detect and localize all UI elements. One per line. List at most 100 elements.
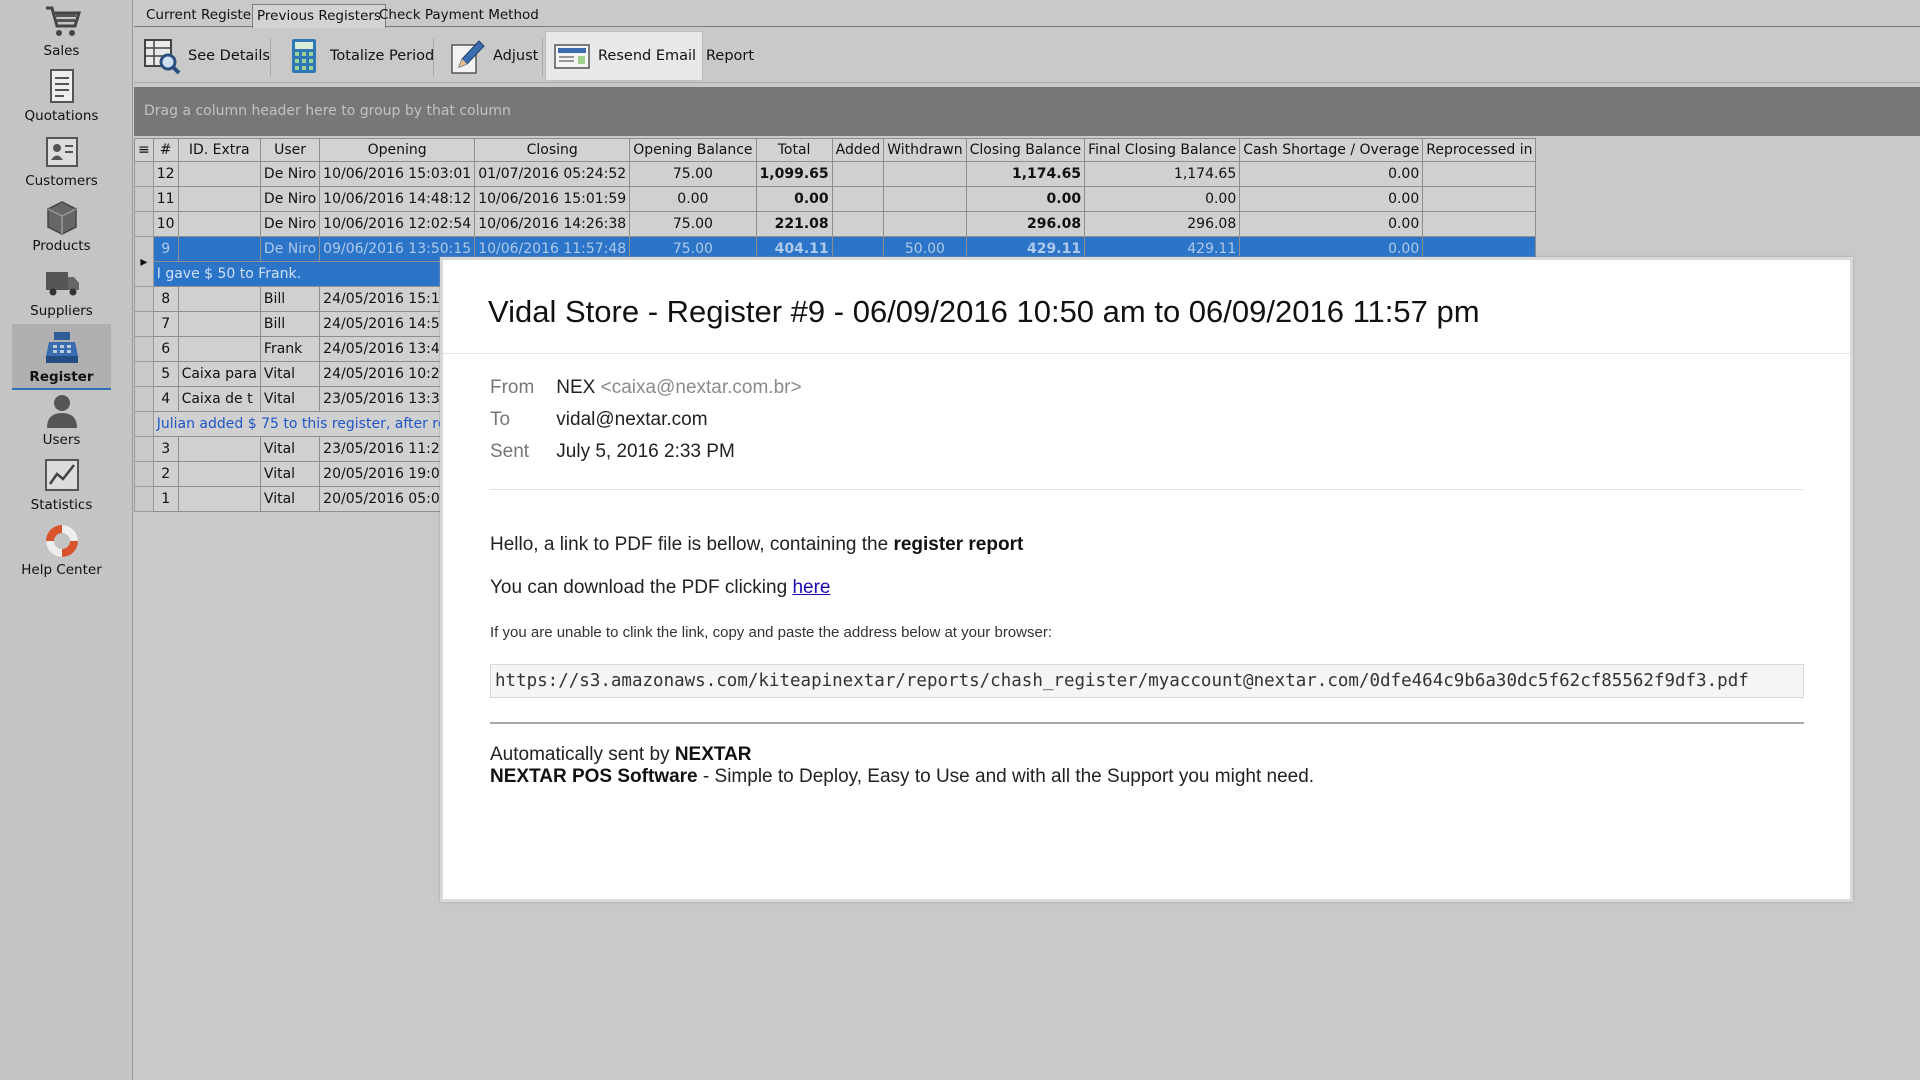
table-search-icon (144, 38, 181, 74)
cell-extra (177, 311, 261, 337)
group-by-panel[interactable]: Drag a column header here to group by th… (134, 87, 1920, 136)
nav-customers[interactable]: Customers (12, 130, 111, 192)
cell-id: 4 (152, 386, 179, 412)
column-header[interactable]: User (259, 138, 321, 162)
cell-final-closing-balance: 1,174.65 (1084, 161, 1241, 187)
nav-sales[interactable]: Sales (12, 0, 111, 62)
column-header[interactable]: ID. Extra (177, 138, 261, 162)
cell-opening-balance: 0.00 (629, 186, 757, 212)
row-indicator (134, 486, 154, 512)
nav-users[interactable]: Users (12, 389, 111, 451)
cell-cash-shortage: 0.00 (1239, 186, 1424, 212)
cell-extra (177, 436, 261, 462)
cart-icon (45, 6, 81, 36)
nav-help-center[interactable]: Help Center (12, 519, 111, 581)
cell-id: 10 (152, 211, 179, 237)
pdf-link[interactable]: here (792, 577, 830, 598)
toolbar-separator (433, 38, 434, 76)
column-header[interactable]: Opening (319, 138, 476, 162)
row-indicator (134, 311, 154, 337)
table-row[interactable]: 12 De Niro 10/06/2016 15:03:01 01/07/201… (134, 161, 1537, 187)
pdf-url-box[interactable]: https://s3.amazonaws.com/kiteapinextar/r… (490, 664, 1804, 698)
to-label: To (490, 409, 511, 430)
cell-closing: 01/07/2016 05:24:52 (474, 161, 631, 187)
totalize-period-button[interactable]: Totalize Period (278, 32, 440, 79)
lifebuoy-icon (45, 525, 78, 557)
nav-products[interactable]: Products (12, 195, 111, 257)
toolbar: See Details Totalize Period Adjust Resen (134, 28, 1920, 83)
cell-user: Vital (259, 386, 321, 412)
cell-opening-balance: 75.00 (629, 161, 757, 187)
from-name: NEX (556, 377, 596, 398)
cell-extra (177, 486, 261, 512)
nav-label: Sales (43, 43, 80, 59)
email-from-row: From NEX <caixa@nextar.com.br> (490, 377, 802, 399)
column-chooser-icon[interactable]: ≡ (134, 138, 154, 162)
cell-closing: 10/06/2016 14:26:38 (474, 211, 631, 237)
cell-extra (177, 286, 261, 312)
cell-user: Bill (259, 311, 321, 337)
resend-email-button[interactable]: Resend Email (545, 31, 704, 81)
tab-previous-registers[interactable]: Previous Registers (252, 4, 386, 28)
footer-text: Automatically sent by (490, 744, 675, 765)
adjust-label: Adjust (493, 47, 539, 64)
column-header[interactable]: Added (831, 138, 885, 162)
cell-total: 1,099.65 (755, 161, 833, 187)
cell-extra (177, 186, 261, 212)
report-button[interactable]: Report (700, 32, 760, 79)
tab-check-payment-method[interactable]: Check Payment Method (375, 4, 543, 28)
email-footer-line-2: NEXTAR POS Software - Simple to Deploy, … (490, 766, 1314, 788)
grid-header-row: ≡ # ID. Extra User Opening Closing Openi… (134, 138, 1537, 162)
table-row[interactable]: 11 De Niro 10/06/2016 14:48:12 10/06/201… (134, 186, 1537, 212)
cell-user: Vital (259, 361, 321, 387)
cell-final-closing-balance: 296.08 (1084, 211, 1241, 237)
row-indicator (134, 361, 154, 387)
cell-reprocessed (1422, 211, 1537, 237)
cell-opening: 10/06/2016 15:03:01 (319, 161, 476, 187)
tab-current-register[interactable]: Current Register (142, 4, 261, 28)
cell-added (831, 211, 885, 237)
row-indicator (134, 411, 154, 437)
nav-label: Suppliers (30, 303, 93, 319)
footer-brand: NEXTAR (674, 744, 752, 765)
email-subject: Vidal Store - Register #9 - 06/09/2016 1… (488, 294, 1480, 329)
nav-label: Users (42, 432, 81, 448)
column-header[interactable]: Closing (474, 138, 631, 162)
cash-register-icon (45, 332, 78, 363)
footer-product: NEXTAR POS Software (490, 766, 698, 787)
cell-user: Vital (259, 461, 321, 487)
email-to-row: To vidal@nextar.com (490, 409, 708, 431)
cell-opening-balance: 75.00 (629, 211, 757, 237)
report-label: Report (706, 47, 755, 64)
truck-icon (45, 272, 79, 296)
column-header[interactable]: Cash Shortage / Overage (1239, 138, 1424, 162)
column-header[interactable]: Final Closing Balance (1084, 138, 1241, 162)
see-details-button[interactable]: See Details (136, 32, 276, 79)
cell-opening: 10/06/2016 12:02:54 (319, 211, 476, 237)
nav-statistics[interactable]: Statistics (12, 454, 111, 516)
row-indicator (134, 161, 154, 187)
divider (490, 489, 1804, 490)
cell-id: 11 (152, 186, 179, 212)
nav-quotations[interactable]: Quotations (12, 65, 111, 127)
nav-register[interactable]: Register (12, 324, 111, 390)
email-body-line-3: If you are unable to clink the link, cop… (490, 624, 1052, 641)
cell-extra (177, 161, 261, 187)
body-text: You can download the PDF clicking (490, 577, 793, 598)
column-header[interactable]: Withdrawn (883, 138, 967, 162)
cell-total: 0.00 (755, 186, 833, 212)
table-row[interactable]: 10 De Niro 10/06/2016 12:02:54 10/06/201… (134, 211, 1537, 237)
from-label: From (490, 377, 535, 398)
adjust-button[interactable]: Adjust (441, 32, 544, 79)
email-footer-line-1: Automatically sent by NEXTAR (490, 744, 752, 766)
column-header[interactable]: # (152, 138, 179, 162)
column-header[interactable]: Reprocessed in (1422, 138, 1537, 162)
email-body-line-2: You can download the PDF clicking here (490, 577, 830, 599)
column-header[interactable]: Total (755, 138, 833, 162)
column-header[interactable]: Opening Balance (629, 138, 757, 162)
to-address: vidal@nextar.com (556, 409, 708, 430)
cell-total: 221.08 (755, 211, 833, 237)
column-header[interactable]: Closing Balance (965, 138, 1086, 162)
nav-suppliers[interactable]: Suppliers (12, 260, 111, 322)
cell-id: 5 (152, 361, 179, 387)
